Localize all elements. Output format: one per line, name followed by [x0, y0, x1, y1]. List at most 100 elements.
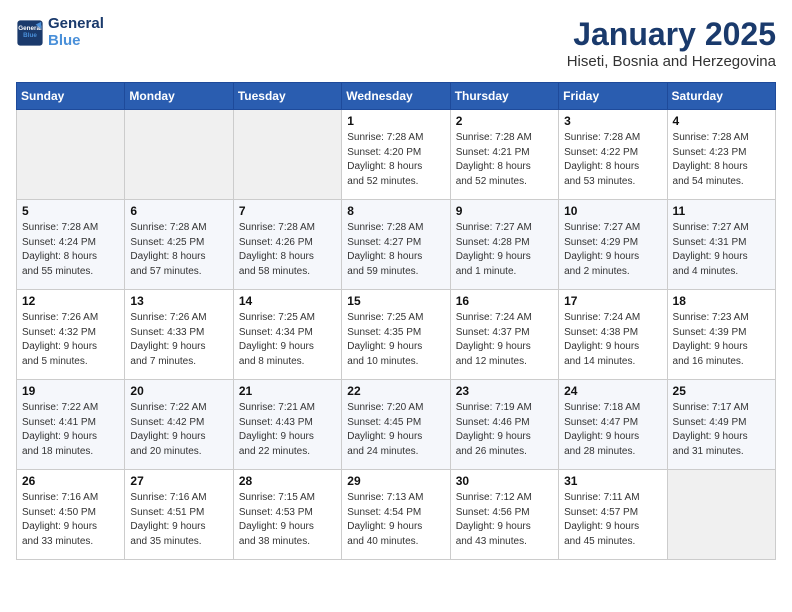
day-detail: Sunrise: 7:27 AM Sunset: 4:28 PM Dayligh… [456, 221, 553, 279]
header-cell-wednesday: Wednesday [342, 83, 450, 110]
logo-icon: General Blue [16, 19, 44, 47]
calendar-cell: 29Sunrise: 7:13 AM Sunset: 4:54 PM Dayli… [342, 470, 450, 560]
calendar-cell [17, 110, 125, 200]
day-number: 30 [456, 474, 553, 488]
header-cell-saturday: Saturday [667, 83, 775, 110]
calendar-cell [667, 470, 775, 560]
day-number: 28 [239, 474, 336, 488]
day-number: 5 [22, 204, 119, 218]
day-detail: Sunrise: 7:28 AM Sunset: 4:26 PM Dayligh… [239, 221, 336, 279]
calendar-cell: 30 Sunrise: 7:12 AM Sunset: 4:56 PM Dayli… [450, 470, 558, 560]
day-number: 27 [130, 474, 227, 488]
day-detail: Sunrise: 7:21 AM Sunset: 4:43 PM Dayligh… [239, 401, 336, 459]
day-detail: Sunrise: 7:25 AM Sunset: 4:35 PM Dayligh… [347, 311, 444, 369]
day-detail: Sunrise: 7:28 AM Sunset: 4:24 PM Dayligh… [22, 221, 119, 279]
day-number: 14 [239, 294, 336, 308]
calendar-cell: 21 Sunrise: 7:21 AM Sunset: 4:43 PM Dayli… [233, 380, 341, 470]
calendar-cell: 27 Sunrise: 7:16 AM Sunset: 4:51 PM Dayli… [125, 470, 233, 560]
week-row-3: 12Sunrise: 7:26 AM Sunset: 4:32 PM Dayli… [17, 290, 776, 380]
calendar-cell: 18 Sunrise: 7:23 AM Sunset: 4:39 PM Dayli… [667, 290, 775, 380]
calendar-cell: 5 Sunrise: 7:28 AM Sunset: 4:24 PM Daylig… [17, 200, 125, 290]
day-number: 2 [456, 114, 553, 128]
day-detail: Sunrise: 7:18 AM Sunset: 4:47 PM Dayligh… [564, 401, 661, 459]
day-number: 26 [22, 474, 119, 488]
calendar-body: 1 Sunrise: 7:28 AM Sunset: 4:20 PM Daylig… [17, 110, 776, 560]
day-number: 1 [347, 114, 444, 128]
day-number: 11 [673, 204, 770, 218]
day-number: 16 [456, 294, 553, 308]
day-number: 9 [456, 204, 553, 218]
calendar-cell: 20Sunrise: 7:22 AM Sunset: 4:42 PM Dayli… [125, 380, 233, 470]
day-number: 7 [239, 204, 336, 218]
calendar-cell: 28 Sunrise: 7:15 AM Sunset: 4:53 PM Dayli… [233, 470, 341, 560]
day-detail: Sunrise: 7:28 AM Sunset: 4:22 PM Dayligh… [564, 131, 661, 189]
svg-text:Blue: Blue [23, 32, 37, 39]
day-number: 22 [347, 384, 444, 398]
day-detail: Sunrise: 7:15 AM Sunset: 4:53 PM Dayligh… [239, 491, 336, 549]
calendar-subtitle: Hiseti, Bosnia and Herzegovina [567, 53, 776, 70]
day-detail: Sunrise: 7:28 AM Sunset: 4:20 PM Dayligh… [347, 131, 444, 189]
calendar-cell: 17 Sunrise: 7:24 AM Sunset: 4:38 PM Dayli… [559, 290, 667, 380]
calendar-cell: 22Sunrise: 7:20 AM Sunset: 4:45 PM Dayli… [342, 380, 450, 470]
header-cell-thursday: Thursday [450, 83, 558, 110]
day-detail: Sunrise: 7:24 AM Sunset: 4:37 PM Dayligh… [456, 311, 553, 369]
calendar-cell: 16 Sunrise: 7:24 AM Sunset: 4:37 PM Dayli… [450, 290, 558, 380]
calendar-cell: 13 Sunrise: 7:26 AM Sunset: 4:33 PM Dayli… [125, 290, 233, 380]
day-number: 25 [673, 384, 770, 398]
header-cell-friday: Friday [559, 83, 667, 110]
header: General Blue General Blue January 2025 H… [16, 16, 776, 70]
day-detail: Sunrise: 7:28 AM Sunset: 4:27 PM Dayligh… [347, 221, 444, 279]
calendar-cell: 14 Sunrise: 7:25 AM Sunset: 4:34 PM Dayli… [233, 290, 341, 380]
day-detail: Sunrise: 7:28 AM Sunset: 4:23 PM Dayligh… [673, 131, 770, 189]
day-number: 23 [456, 384, 553, 398]
day-detail: Sunrise: 7:22 AM Sunset: 4:42 PM Dayligh… [130, 401, 227, 459]
day-number: 4 [673, 114, 770, 128]
day-number: 13 [130, 294, 227, 308]
day-detail: Sunrise: 7:23 AM Sunset: 4:39 PM Dayligh… [673, 311, 770, 369]
calendar-header: SundayMondayTuesdayWednesdayThursdayFrid… [17, 83, 776, 110]
calendar-cell: 8 Sunrise: 7:28 AM Sunset: 4:27 PM Daylig… [342, 200, 450, 290]
day-detail: Sunrise: 7:22 AM Sunset: 4:41 PM Dayligh… [22, 401, 119, 459]
day-number: 19 [22, 384, 119, 398]
day-number: 17 [564, 294, 661, 308]
calendar-cell: 1 Sunrise: 7:28 AM Sunset: 4:20 PM Daylig… [342, 110, 450, 200]
header-row: SundayMondayTuesdayWednesdayThursdayFrid… [17, 83, 776, 110]
day-detail: Sunrise: 7:19 AM Sunset: 4:46 PM Dayligh… [456, 401, 553, 459]
day-detail: Sunrise: 7:12 AM Sunset: 4:56 PM Dayligh… [456, 491, 553, 549]
calendar-cell: 2 Sunrise: 7:28 AM Sunset: 4:21 PM Daylig… [450, 110, 558, 200]
calendar-cell: 25Sunrise: 7:17 AM Sunset: 4:49 PM Dayli… [667, 380, 775, 470]
day-number: 21 [239, 384, 336, 398]
day-number: 10 [564, 204, 661, 218]
week-row-5: 26Sunrise: 7:16 AM Sunset: 4:50 PM Dayli… [17, 470, 776, 560]
calendar-table: SundayMondayTuesdayWednesdayThursdayFrid… [16, 82, 776, 560]
calendar-cell: 31Sunrise: 7:11 AM Sunset: 4:57 PM Dayli… [559, 470, 667, 560]
title-area: January 2025 Hiseti, Bosnia and Herzegov… [567, 16, 776, 70]
calendar-cell: 23 Sunrise: 7:19 AM Sunset: 4:46 PM Dayli… [450, 380, 558, 470]
day-detail: Sunrise: 7:16 AM Sunset: 4:51 PM Dayligh… [130, 491, 227, 549]
day-number: 8 [347, 204, 444, 218]
calendar-cell: 3 Sunrise: 7:28 AM Sunset: 4:22 PM Daylig… [559, 110, 667, 200]
calendar-cell: 7 Sunrise: 7:28 AM Sunset: 4:26 PM Daylig… [233, 200, 341, 290]
calendar-title: January 2025 [567, 16, 776, 53]
calendar-cell [125, 110, 233, 200]
day-number: 29 [347, 474, 444, 488]
day-number: 3 [564, 114, 661, 128]
day-detail: Sunrise: 7:26 AM Sunset: 4:33 PM Dayligh… [130, 311, 227, 369]
calendar-cell: 6Sunrise: 7:28 AM Sunset: 4:25 PM Daylig… [125, 200, 233, 290]
week-row-1: 1 Sunrise: 7:28 AM Sunset: 4:20 PM Daylig… [17, 110, 776, 200]
calendar-cell: 19 Sunrise: 7:22 AM Sunset: 4:41 PM Dayli… [17, 380, 125, 470]
day-detail: Sunrise: 7:27 AM Sunset: 4:29 PM Dayligh… [564, 221, 661, 279]
header-cell-monday: Monday [125, 83, 233, 110]
day-number: 18 [673, 294, 770, 308]
calendar-cell: 12Sunrise: 7:26 AM Sunset: 4:32 PM Dayli… [17, 290, 125, 380]
day-number: 15 [347, 294, 444, 308]
calendar-cell [233, 110, 341, 200]
day-detail: Sunrise: 7:24 AM Sunset: 4:38 PM Dayligh… [564, 311, 661, 369]
day-detail: Sunrise: 7:28 AM Sunset: 4:25 PM Dayligh… [130, 221, 227, 279]
day-detail: Sunrise: 7:26 AM Sunset: 4:32 PM Dayligh… [22, 311, 119, 369]
day-detail: Sunrise: 7:28 AM Sunset: 4:21 PM Dayligh… [456, 131, 553, 189]
logo-text: General Blue [48, 16, 104, 49]
day-detail: Sunrise: 7:25 AM Sunset: 4:34 PM Dayligh… [239, 311, 336, 369]
header-cell-tuesday: Tuesday [233, 83, 341, 110]
calendar-cell: 9 Sunrise: 7:27 AM Sunset: 4:28 PM Daylig… [450, 200, 558, 290]
